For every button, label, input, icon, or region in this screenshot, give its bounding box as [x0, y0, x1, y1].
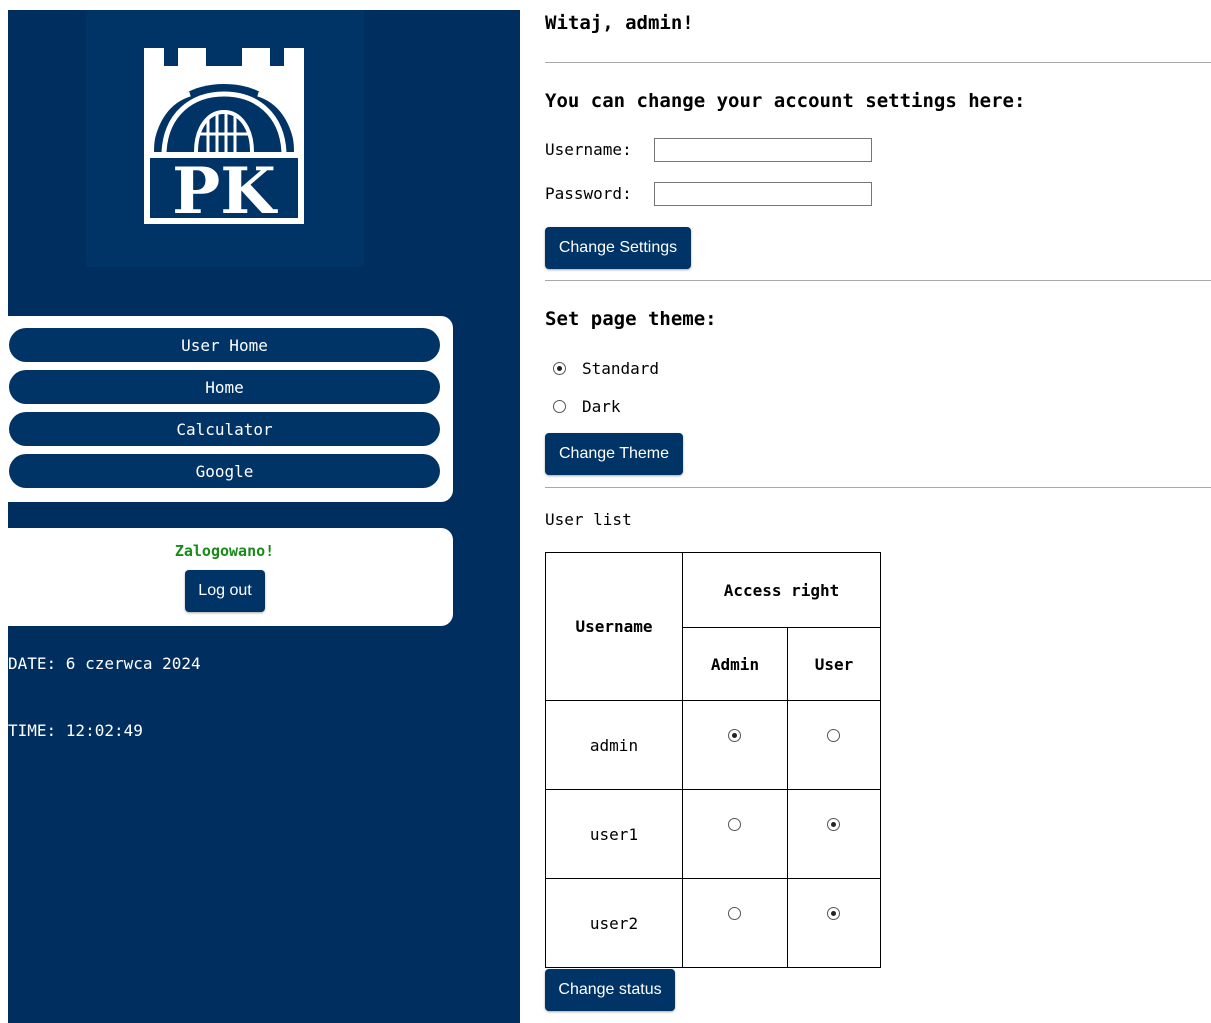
- username-cell: admin: [545, 700, 683, 790]
- nav-home[interactable]: Home: [9, 370, 440, 404]
- nav-google[interactable]: Google: [9, 454, 440, 488]
- admin-radio[interactable]: [728, 906, 741, 920]
- change-settings-button[interactable]: Change Settings: [545, 227, 691, 269]
- nav-menu: User Home Home Calculator Google: [8, 316, 453, 502]
- university-logo-icon: PK: [144, 48, 304, 224]
- user-radio[interactable]: [827, 728, 840, 742]
- change-status-button[interactable]: Change status: [545, 969, 675, 1011]
- password-label: Password:: [545, 184, 632, 203]
- logout-button[interactable]: Log out: [185, 570, 265, 612]
- theme-standard-radio[interactable]: [553, 362, 566, 375]
- divider: [545, 280, 1211, 281]
- account-settings-heading: You can change your account settings her…: [545, 90, 1026, 112]
- sidebar: PK User Home Home Calculator Google Zalo…: [8, 10, 520, 1023]
- table-row: user1: [545, 789, 881, 879]
- username-input[interactable]: [654, 138, 872, 162]
- admin-radio[interactable]: [728, 728, 741, 742]
- user-list-caption: User list: [545, 510, 632, 529]
- change-theme-button[interactable]: Change Theme: [545, 433, 683, 475]
- username-label: Username:: [545, 140, 632, 159]
- user-radio[interactable]: [827, 906, 840, 920]
- divider: [545, 487, 1211, 488]
- nav-user-home[interactable]: User Home: [9, 328, 440, 362]
- user-list-table: Username Access right Admin User admin u…: [545, 552, 881, 968]
- col-username-header: Username: [545, 552, 683, 701]
- logo-letters: PK: [172, 154, 278, 224]
- table-row: user2: [545, 878, 881, 968]
- date-display: DATE: 6 czerwca 2024: [8, 654, 201, 673]
- table-row: admin: [545, 700, 881, 790]
- username-cell: user2: [545, 878, 683, 968]
- col-admin-header: Admin: [682, 627, 788, 701]
- col-user-header: User: [787, 627, 881, 701]
- theme-standard-label: Standard: [582, 359, 660, 378]
- greeting: Witaj, admin!: [545, 12, 694, 34]
- theme-dark-radio[interactable]: [553, 400, 566, 413]
- theme-heading: Set page theme:: [545, 308, 717, 330]
- password-input[interactable]: [654, 182, 872, 206]
- nav-calculator[interactable]: Calculator: [9, 412, 440, 446]
- col-access-header: Access right: [682, 552, 881, 628]
- logo: PK: [86, 10, 364, 267]
- divider: [545, 62, 1211, 63]
- time-display: TIME: 12:02:49: [8, 721, 143, 740]
- main-content: Witaj, admin! You can change your accoun…: [545, 0, 1211, 1023]
- user-radio[interactable]: [827, 817, 840, 831]
- username-cell: user1: [545, 789, 683, 879]
- admin-radio[interactable]: [728, 817, 741, 831]
- theme-dark-label: Dark: [582, 397, 621, 416]
- login-status-card: Zalogowano! Log out: [8, 528, 453, 626]
- login-status-text: Zalogowano!: [174, 542, 275, 560]
